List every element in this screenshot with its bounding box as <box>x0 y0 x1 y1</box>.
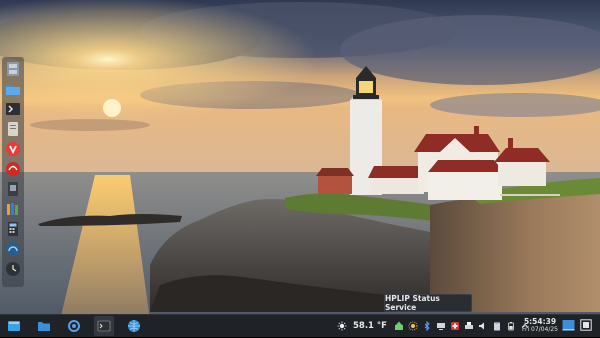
left-dock <box>2 57 24 287</box>
bluetooth-icon[interactable] <box>421 319 432 333</box>
vivaldi-red-icon[interactable] <box>4 160 22 178</box>
battery-icon[interactable] <box>505 319 516 333</box>
folder-icon[interactable] <box>4 80 22 98</box>
show-desktop-icon[interactable] <box>562 318 575 332</box>
system-tray: 58.1 °F <box>336 317 533 335</box>
file-manager-icon[interactable] <box>34 316 54 336</box>
brightness-icon[interactable] <box>407 319 418 333</box>
wallpaper-image <box>0 0 600 322</box>
terminal-icon[interactable] <box>4 100 22 118</box>
network-icon[interactable] <box>435 319 446 333</box>
library-icon[interactable] <box>4 200 22 218</box>
volume-icon[interactable] <box>477 319 488 333</box>
calculator-icon[interactable] <box>4 220 22 238</box>
clock[interactable]: 5:54:39 Fri 07/04/25 <box>520 317 560 335</box>
tooltip: HPLIP Status Service <box>384 294 472 312</box>
settings-icon[interactable] <box>64 316 84 336</box>
clock-date: Fri 07/04/25 <box>521 326 558 333</box>
temperature[interactable]: 58.1 °F <box>353 321 387 331</box>
taskbar-launchers <box>4 316 144 336</box>
printer-icon[interactable] <box>463 319 474 333</box>
file-cabinet-icon[interactable] <box>4 60 22 78</box>
browser-icon[interactable] <box>124 316 144 336</box>
taskbar: 58.1 °F 5:54:39 Fri 07/04/25 <box>0 314 600 337</box>
desktop: HPLIP Status Service 58.1 °F 5:54:39 Fri… <box>0 0 600 338</box>
clipboard-icon[interactable] <box>491 319 502 333</box>
antivirus-icon[interactable] <box>449 319 460 333</box>
clock-app-icon[interactable] <box>4 260 22 278</box>
terminal-launcher-icon[interactable] <box>94 316 114 336</box>
window-overview-icon[interactable] <box>580 319 592 331</box>
clock-time: 5:54:39 <box>523 317 557 326</box>
system-monitor-icon[interactable] <box>4 240 22 258</box>
notes-icon[interactable] <box>4 120 22 138</box>
document-viewer-icon[interactable] <box>4 180 22 198</box>
sun-icon[interactable] <box>336 319 347 333</box>
updates-icon[interactable] <box>393 319 404 333</box>
vivaldi-icon[interactable] <box>4 140 22 158</box>
app-menu-icon[interactable] <box>4 316 24 336</box>
